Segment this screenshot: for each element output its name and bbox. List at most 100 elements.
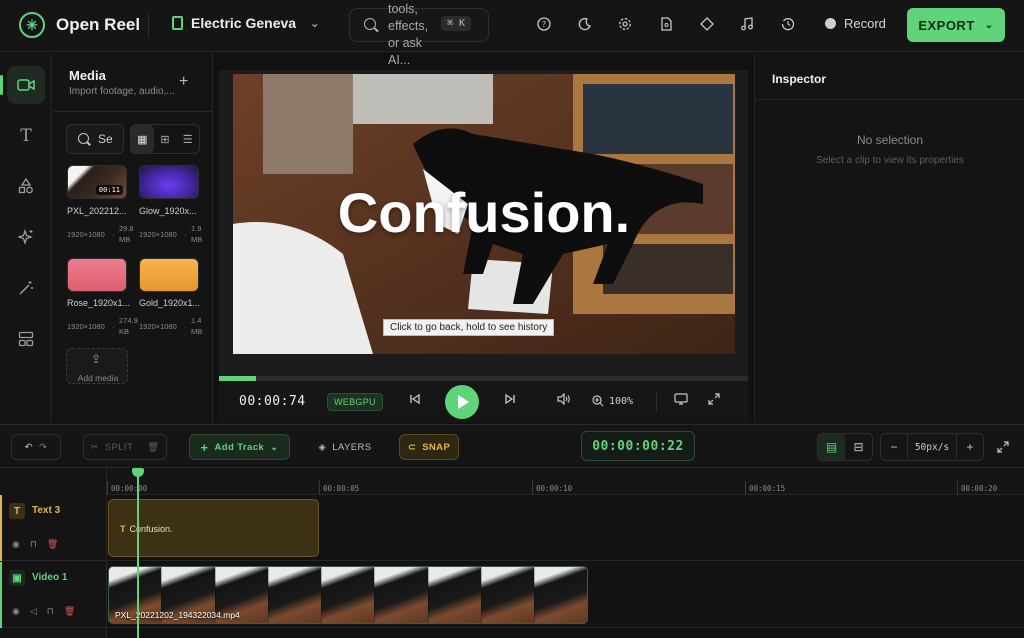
media-tile-rose[interactable] xyxy=(67,258,127,292)
text-clip-name: Confusion. xyxy=(129,524,173,534)
rail-item-layout[interactable] xyxy=(7,320,45,358)
text-clip[interactable]: T Confusion. xyxy=(108,499,319,557)
media-search-value: Se xyxy=(98,132,113,146)
svg-text:?: ? xyxy=(542,20,546,29)
timeline-ruler[interactable]: 00:00:00 00:00:05 00:00:10 00:00:15 00:0… xyxy=(107,468,1024,495)
media-size: 274.9 KB xyxy=(119,316,138,336)
monitor-icon[interactable] xyxy=(674,393,688,408)
track-header-text[interactable]: T Text 3 ◉ ⊓ 🗑 xyxy=(0,495,107,561)
add-icon[interactable]: + xyxy=(179,73,188,91)
command-search[interactable]: tools, effects, or ask AI... ⌘ K xyxy=(349,2,489,67)
video-thumbnail-frame xyxy=(535,567,587,623)
trash-icon[interactable]: 🗑 xyxy=(64,606,75,617)
video-thumbnail-frame xyxy=(482,567,536,623)
volume-icon[interactable]: ◁ xyxy=(30,606,37,617)
history-icon[interactable] xyxy=(780,17,796,33)
rail-item-shapes[interactable] xyxy=(7,167,45,205)
rail-item-effects[interactable] xyxy=(7,218,45,256)
zoom-in-icon[interactable]: + xyxy=(957,434,983,460)
media-tile-gold[interactable] xyxy=(139,258,199,292)
redo-icon[interactable]: ↷ xyxy=(39,442,47,453)
media-tile-pxl[interactable]: 00:11 xyxy=(67,165,127,199)
split-button[interactable]: ✂ SPLIT 🗑 xyxy=(83,434,167,460)
track-controls: ◉ ◁ ⊓ 🗑 xyxy=(12,606,75,617)
shapes-icon xyxy=(18,178,33,194)
video-clip-name: PXL_20221202_194322034.mp4 xyxy=(115,610,240,620)
snap-toggle[interactable]: ⊂ SNAP xyxy=(399,434,459,460)
media-subtitle: Import footage, audio,... xyxy=(69,86,175,97)
track-color-bar xyxy=(0,562,2,628)
preview-area: Confusion. Click to go back, hold to see… xyxy=(219,70,748,376)
help-icon[interactable]: ? xyxy=(536,17,552,33)
playhead[interactable] xyxy=(132,468,144,638)
preview-zoom[interactable]: 100% xyxy=(592,395,633,407)
track-view-expanded-icon[interactable]: ▤ xyxy=(818,434,845,460)
tool-rail: T xyxy=(0,53,52,423)
media-dims: 1920×1080 xyxy=(139,230,177,239)
export-label: EXPORT xyxy=(918,17,975,33)
media-name: Rose_1920x1... xyxy=(67,298,131,308)
text-track-icon: T xyxy=(9,503,25,519)
diamond-icon[interactable] xyxy=(699,17,715,33)
add-track-button[interactable]: + Add Track ⌄ xyxy=(189,434,290,460)
overlay-text[interactable]: Confusion. xyxy=(233,180,735,245)
video-preview[interactable]: Confusion. Click to go back, hold to see… xyxy=(233,74,735,354)
media-name: Gold_1920x1... xyxy=(139,298,201,308)
divider xyxy=(148,14,149,38)
export-button[interactable]: EXPORT ⌄ xyxy=(907,8,1005,42)
skip-back-icon[interactable] xyxy=(409,393,421,408)
rail-item-video[interactable] xyxy=(0,66,45,104)
skip-forward-icon[interactable] xyxy=(504,393,516,408)
media-meta-dot: · xyxy=(184,322,187,331)
lock-icon[interactable]: ⊓ xyxy=(30,539,37,550)
app-window: ✳ Open Reel Electric Geneva ⌄ tools, eff… xyxy=(0,0,1024,638)
inspector-title: Inspector xyxy=(772,72,827,86)
timeline-timecode: 00:00:00:22 xyxy=(581,431,695,461)
play-button[interactable] xyxy=(445,385,479,419)
fullscreen-icon[interactable] xyxy=(708,393,720,408)
add-track-label: Add Track xyxy=(214,441,265,453)
file-icon[interactable] xyxy=(658,17,674,33)
video-clip[interactable]: PXL_20221202_194322034.mp4 xyxy=(108,566,588,624)
settings-icon[interactable] xyxy=(617,17,633,33)
zoom-out-icon[interactable]: − xyxy=(881,434,907,460)
list-view-icon[interactable]: ☰ xyxy=(176,125,199,153)
media-search-input[interactable]: Se xyxy=(66,124,124,154)
expand-timeline-icon[interactable] xyxy=(995,440,1011,456)
undo-redo-group: ↶ ↷ xyxy=(11,434,61,460)
eye-icon[interactable]: ◉ xyxy=(12,539,20,550)
search-icon xyxy=(364,18,376,30)
add-media-button[interactable]: ⇪ Add media xyxy=(66,348,128,384)
track-view-compact-icon[interactable]: ⊟ xyxy=(845,434,872,460)
project-selector[interactable]: Electric Geneva ⌄ xyxy=(172,15,319,31)
chevron-down-icon: ⌄ xyxy=(270,441,279,453)
grid-small-icon[interactable]: ⊞ xyxy=(154,125,177,153)
grid-large-icon[interactable]: ▦ xyxy=(131,125,154,153)
volume-icon[interactable] xyxy=(557,392,571,408)
rail-item-text[interactable]: T xyxy=(7,117,45,155)
ruler-tick xyxy=(532,481,533,495)
video-thumbnail-frame xyxy=(375,567,429,623)
rail-item-magic[interactable] xyxy=(7,269,45,307)
music-icon[interactable] xyxy=(739,17,755,33)
undo-icon[interactable]: ↶ xyxy=(25,442,33,453)
media-tile-glow[interactable] xyxy=(139,165,199,199)
eye-icon[interactable]: ◉ xyxy=(12,606,20,617)
project-file-icon xyxy=(172,16,183,30)
track-name: Video 1 xyxy=(32,572,68,583)
track-header-video[interactable]: ▣ Video 1 ◉ ◁ ⊓ 🗑 xyxy=(0,562,107,628)
layers-button[interactable]: ◈ LAYERS xyxy=(310,434,380,460)
lock-icon[interactable]: ⊓ xyxy=(47,606,54,617)
track-name: Text 3 xyxy=(32,505,61,516)
upload-icon: ⇪ xyxy=(91,352,102,366)
media-size: 1.4 MB xyxy=(191,316,203,336)
trash-icon[interactable]: 🗑 xyxy=(47,539,58,550)
ruler-label: 00:00:10 xyxy=(536,484,573,493)
split-label: SPLIT xyxy=(104,441,134,453)
divider xyxy=(656,393,657,411)
record-button[interactable]: Record xyxy=(825,16,886,31)
text-icon: T xyxy=(20,126,32,146)
snap-label: SNAP xyxy=(422,441,451,453)
moon-icon[interactable] xyxy=(577,17,593,33)
layers-icon: ◈ xyxy=(318,441,327,453)
